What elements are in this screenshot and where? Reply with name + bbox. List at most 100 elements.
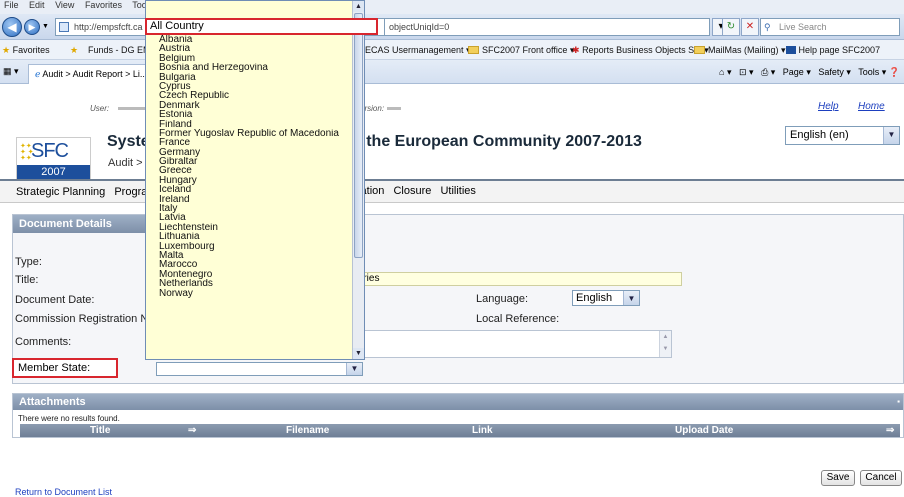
comments-label: Comments: — [15, 336, 72, 348]
scroll-down-icon[interactable]: ▼ — [353, 348, 364, 359]
scroll-thumb[interactable] — [354, 13, 363, 258]
dropdown-option[interactable]: Latvia — [146, 213, 351, 222]
member-state-label: Member State: — [12, 358, 118, 378]
language-label: Language: — [476, 293, 528, 305]
favorite-add-icon[interactable]: ★ — [70, 40, 78, 59]
member-state-select[interactable]: ▼ — [156, 362, 363, 376]
dropdown-scrollbar[interactable]: ▲ ▼ — [352, 1, 364, 359]
history-dropdown-icon[interactable]: ▼ — [42, 23, 49, 30]
dropdown-option[interactable]: Finland — [146, 120, 351, 129]
collapse-icon[interactable]: ▪ — [897, 394, 900, 410]
refresh-icon[interactable]: ↻ — [722, 18, 740, 36]
dropdown-option[interactable]: Montenegro — [146, 270, 351, 279]
back-icon[interactable]: ◀ — [2, 17, 22, 37]
favorite-mailmas[interactable]: MailMas (Mailing) ▾ — [694, 40, 786, 59]
quick-tabs-icon[interactable]: ▦ ▾ — [3, 66, 19, 77]
print-icon[interactable]: ⎙ — [761, 67, 768, 77]
folder-icon — [468, 46, 479, 54]
dropdown-option[interactable]: Czech Republic — [146, 91, 351, 100]
dropdown-option-selected[interactable]: All Country — [145, 18, 378, 35]
favorite-sfc2007[interactable]: SFC2007 Front office ▾ — [468, 40, 574, 59]
favorite-funds[interactable]: Funds - DG EMP — [88, 40, 145, 59]
nav-strategic-planning[interactable]: Strategic Planning — [16, 186, 105, 198]
column-title[interactable]: Title — [90, 424, 110, 437]
dropdown-option[interactable]: Germany — [146, 148, 351, 157]
dropdown-option[interactable]: Denmark — [146, 101, 351, 110]
page-title-right: n the European Community 2007-2013 — [352, 133, 642, 150]
dropdown-option[interactable]: Belgium — [146, 54, 351, 63]
menu-edit[interactable]: Edit — [29, 0, 45, 10]
scroll-up-icon[interactable]: ▲ — [353, 1, 364, 12]
document-date-label: Document Date: — [15, 294, 95, 306]
help-link[interactable]: Help — [818, 101, 839, 112]
page-menu[interactable]: Page — [783, 67, 804, 77]
document-language-select[interactable]: English ▼ — [572, 290, 640, 306]
dropdown-option[interactable]: Albania — [146, 35, 351, 44]
save-button[interactable]: Save — [821, 470, 855, 486]
dropdown-option[interactable]: Cyprus — [146, 82, 351, 91]
no-results-text: There were no results found. — [18, 414, 120, 423]
browser-menu-bar: File Edit View Favorites Tools — [0, 0, 904, 14]
dropdown-option[interactable]: Iceland — [146, 185, 351, 194]
sort-icon[interactable]: ⇒ — [886, 424, 894, 437]
dropdown-option[interactable]: Luxembourg — [146, 242, 351, 251]
sort-icon[interactable]: ⇒ — [188, 424, 196, 437]
local-reference-label: Local Reference: — [476, 313, 560, 325]
member-state-dropdown-list[interactable]: Albania Austria Belgium Bosnia and Herzegov… — [145, 0, 365, 360]
favorite-ecas[interactable]: ECAS Usermanagement ▾ — [365, 40, 471, 59]
dropdown-option[interactable]: Malta — [146, 251, 351, 260]
folder-icon — [694, 46, 705, 54]
column-upload-date[interactable]: Upload Date — [675, 424, 733, 437]
dropdown-option[interactable]: Bosnia and Herzegovina — [146, 63, 351, 72]
menu-file[interactable]: File — [4, 0, 19, 10]
feeds-icon[interactable]: ⊡ — [739, 67, 747, 77]
help-page-icon — [786, 46, 796, 54]
dropdown-options: Albania Austria Belgium Bosnia and Herzegov… — [146, 35, 351, 298]
menu-view[interactable]: View — [55, 0, 74, 10]
cancel-button[interactable]: Cancel — [860, 470, 902, 486]
stop-icon[interactable]: ✕ — [741, 18, 759, 36]
dropdown-option[interactable]: Bulgaria — [146, 73, 351, 82]
column-filename[interactable]: Filename — [286, 424, 329, 437]
column-link[interactable]: Link — [472, 424, 493, 437]
dropdown-option[interactable]: France — [146, 138, 351, 147]
dropdown-option[interactable]: Austria — [146, 44, 351, 53]
favorite-help[interactable]: Help page SFC2007 — [786, 40, 880, 59]
search-input[interactable]: Live Search — [760, 18, 900, 36]
language-select[interactable]: English (en) ▼ — [785, 126, 900, 145]
url-input-tail[interactable]: objectUniqId=0 — [385, 18, 710, 36]
user-label: User: — [90, 104, 110, 113]
favorites-button[interactable]: ★ Favorites — [2, 40, 50, 59]
page-icon — [59, 22, 69, 32]
dropdown-option[interactable]: Norway — [146, 289, 351, 298]
nav-closure[interactable]: Closure — [393, 185, 431, 197]
dropdown-option[interactable]: Netherlands — [146, 279, 351, 288]
dropdown-option[interactable]: Estonia — [146, 110, 351, 119]
dropdown-option[interactable]: Hungary — [146, 176, 351, 185]
chevron-down-icon: ▼ — [346, 363, 362, 375]
comments-scrollbar[interactable]: ▲ ▼ — [659, 331, 671, 357]
main-nav-right: luation Closure Utilities — [352, 179, 482, 203]
dropdown-option[interactable]: Marocco — [146, 260, 351, 269]
dropdown-option[interactable]: Ireland — [146, 195, 351, 204]
forward-icon[interactable]: ▶ — [24, 19, 40, 35]
safety-menu[interactable]: Safety — [818, 67, 844, 77]
nav-utilities[interactable]: Utilities — [440, 185, 475, 197]
tools-menu[interactable]: Tools — [858, 67, 879, 77]
comments-field[interactable]: ▲ ▼ — [352, 330, 672, 358]
menu-favorites[interactable]: Favorites — [85, 0, 122, 10]
return-to-document-list-link[interactable]: Return to Document List — [15, 487, 112, 497]
dropdown-option[interactable]: Liechtenstein — [146, 223, 351, 232]
user-row: User: Version: Help Home — [0, 98, 904, 118]
home-link[interactable]: Home — [858, 101, 885, 112]
dropdown-option[interactable]: Greece — [146, 166, 351, 175]
help-icon[interactable]: ❓ — [889, 67, 900, 77]
browser-tab[interactable]: ℯ Audit > Audit Report > Li... — [28, 64, 158, 84]
dropdown-option[interactable]: Italy — [146, 204, 351, 213]
dropdown-option[interactable]: Gibraltar — [146, 157, 351, 166]
favorite-reports[interactable]: ✱ Reports Business Objects S... ▾ — [572, 40, 709, 59]
title-field[interactable]: ntries — [352, 272, 682, 286]
dropdown-option[interactable]: Former Yugoslav Republic of Macedonia — [146, 129, 351, 138]
home-icon[interactable]: ⌂ — [719, 67, 724, 77]
dropdown-option[interactable]: Lithuania — [146, 232, 351, 241]
